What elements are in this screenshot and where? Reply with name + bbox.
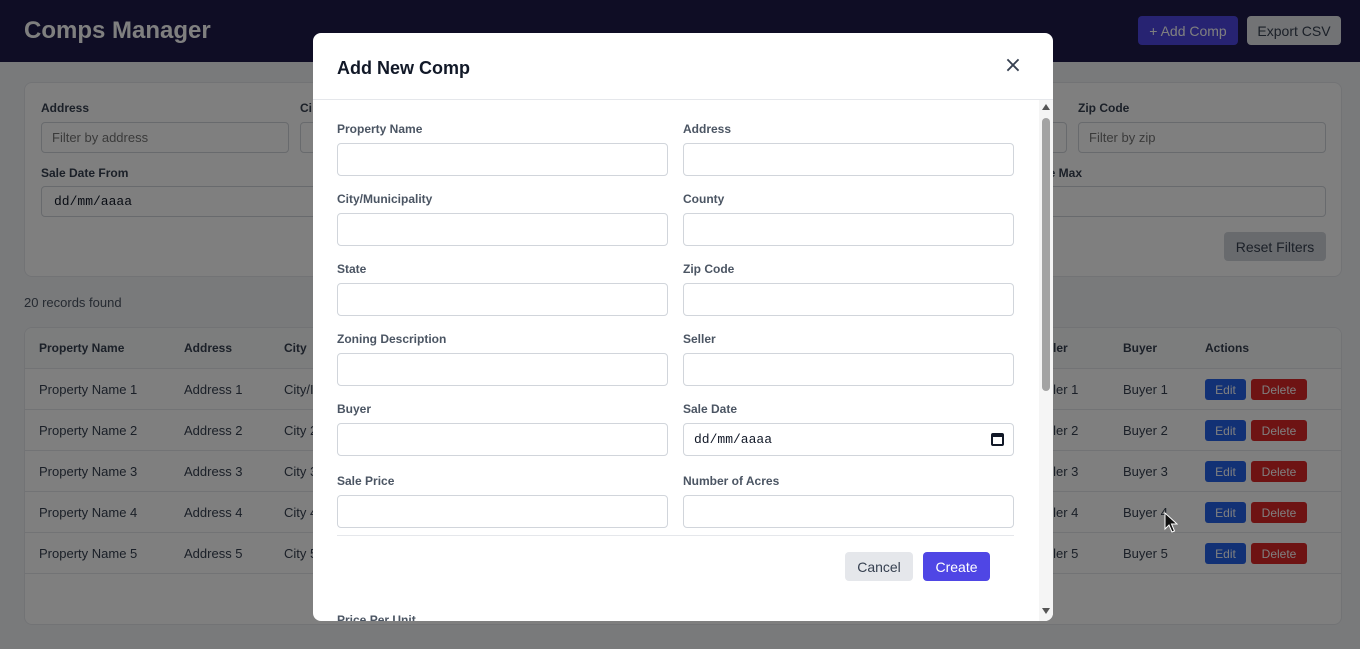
sale-price-label: Sale Price <box>337 474 395 488</box>
zoning-label: Zoning Description <box>337 332 447 346</box>
zoning-input[interactable] <box>337 353 668 386</box>
modal-title: Add New Comp <box>337 58 470 78</box>
seller-label: Seller <box>683 332 716 346</box>
seller-input[interactable] <box>683 353 1014 386</box>
acres-label: Number of Acres <box>683 474 780 488</box>
modal-footer-divider <box>337 535 1014 536</box>
city-label: City/Municipality <box>337 192 433 206</box>
scroll-down-icon[interactable] <box>1042 608 1050 614</box>
scroll-up-icon[interactable] <box>1042 104 1050 110</box>
price-per-unit-label: Price Per Unit <box>337 613 416 621</box>
county-input[interactable] <box>683 213 1014 246</box>
sale-date-input[interactable]: dd/mm/aaaa <box>683 423 1014 456</box>
modal-header: Add New Comp × <box>313 33 1053 100</box>
sale-date-label: Sale Date <box>683 402 738 416</box>
close-icon[interactable]: × <box>1003 55 1023 77</box>
mouse-cursor-icon <box>1164 512 1178 533</box>
cancel-button[interactable]: Cancel <box>845 552 913 581</box>
address-input[interactable] <box>683 143 1014 176</box>
zip-input[interactable] <box>683 283 1014 316</box>
scroll-thumb[interactable] <box>1042 118 1050 391</box>
county-label: County <box>683 192 725 206</box>
city-input[interactable] <box>337 213 668 246</box>
state-label: State <box>337 262 367 276</box>
address-label: Address <box>683 122 732 136</box>
add-comp-modal: Add New Comp × Property Name Address Cit… <box>313 33 1053 621</box>
calendar-icon[interactable] <box>991 433 1004 446</box>
sale-date-value: dd/mm/aaaa <box>694 432 773 447</box>
property-name-input[interactable] <box>337 143 668 176</box>
buyer-input[interactable] <box>337 423 668 456</box>
create-button[interactable]: Create <box>923 552 990 581</box>
modal-body: Property Name Address City/Municipality … <box>313 100 1040 621</box>
state-input[interactable] <box>337 283 668 316</box>
buyer-label: Buyer <box>337 402 372 416</box>
zip-label: Zip Code <box>683 262 735 276</box>
acres-input[interactable] <box>683 495 1014 528</box>
property-name-label: Property Name <box>337 122 423 136</box>
sale-price-input[interactable] <box>337 495 668 528</box>
modal-scrollbar[interactable] <box>1039 100 1053 621</box>
